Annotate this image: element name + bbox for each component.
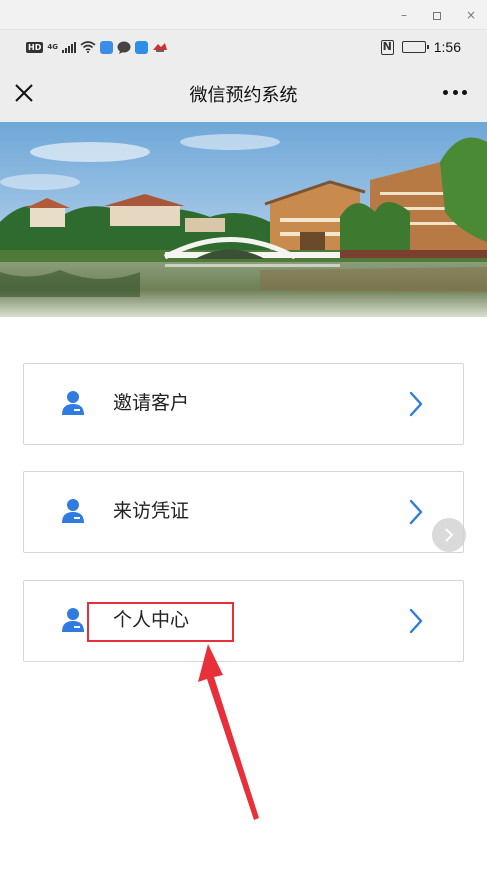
window-title-bar: – × [0,0,487,30]
chevron-right-icon [445,528,454,542]
chevron-right-icon [409,499,423,525]
network-type: 4G [47,42,58,51]
nav-bar: 微信预约系统 [0,64,487,122]
chevron-right-icon [409,608,423,634]
annotation-highlight-box [87,602,234,642]
banner-image [0,122,487,317]
menu-item-label: 邀请客户 [113,392,190,414]
menu-item-label: 来访凭证 [113,500,190,522]
user-icon [62,499,84,523]
app-icon-bird [152,43,167,52]
status-bar: HD 4G N 1:56 [0,30,487,64]
hd-badge: HD [26,41,44,53]
nfc-icon: N [380,39,394,55]
annotation-arrow-icon [198,644,259,820]
window-close-button[interactable]: × [462,6,480,24]
menu-item-visit-voucher[interactable]: 来访凭证 [23,471,464,553]
wifi-icon [80,41,96,53]
user-icon [62,608,84,632]
battery-icon [401,41,429,53]
app-icon-blue [99,40,113,54]
chevron-right-icon [409,391,423,417]
page-title: 微信预约系统 [189,85,298,106]
signal-icon [61,41,76,53]
more-icon[interactable] [443,86,467,98]
maximize-button[interactable] [428,6,446,24]
status-time: 1:56 [433,39,461,55]
user-icon [62,391,84,415]
status-left-icons: HD 4G [26,38,168,56]
maximize-icon [433,11,441,20]
minimize-button[interactable]: – [395,6,413,24]
status-right-icons: N 1:56 [380,38,461,56]
menu-area: 邀请客户 来访凭证 个人中心 [0,317,487,882]
menu-item-invite-customer[interactable]: 邀请客户 [23,363,464,445]
campus-lake-illustration [0,122,487,317]
floating-next-button[interactable] [432,518,466,552]
chat-icon [117,41,131,54]
app-icon-cursor [134,40,148,54]
